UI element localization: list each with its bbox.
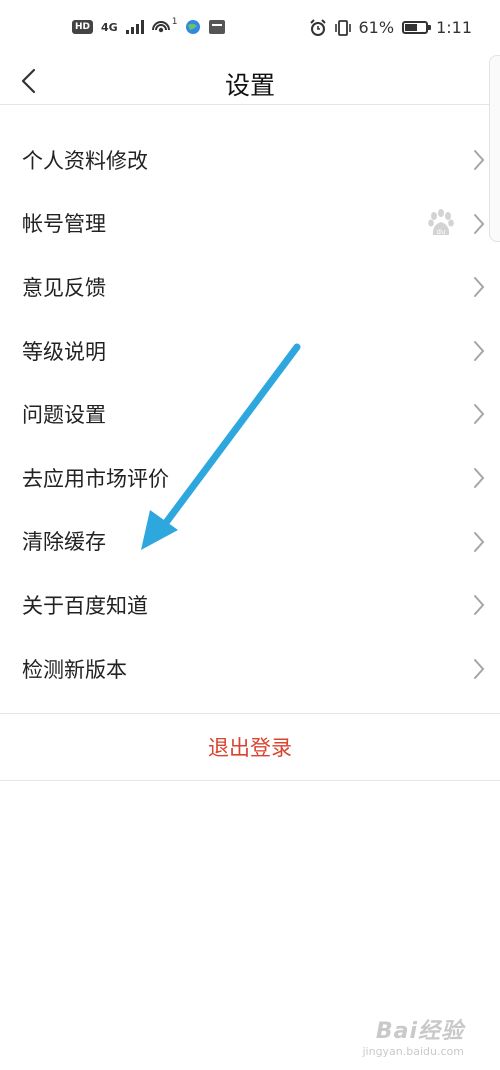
app-header: 设置 xyxy=(0,58,500,105)
menu-item-account[interactable]: 帐号管理 du xyxy=(0,192,500,256)
menu-item-label: 去应用市场评价 xyxy=(22,466,169,491)
menu-item-question-settings[interactable]: 问题设置 xyxy=(0,382,500,446)
menu-item-label: 个人资料修改 xyxy=(22,148,148,173)
menu-item-label: 关于百度知道 xyxy=(22,593,148,618)
logout-button[interactable]: 退出登录 xyxy=(0,714,500,780)
chevron-right-icon xyxy=(474,404,485,425)
alarm-icon xyxy=(309,18,326,36)
chevron-right-icon xyxy=(474,531,485,552)
chevron-right-icon xyxy=(474,595,485,616)
clock: 1:11 xyxy=(436,18,472,37)
chevron-right-icon xyxy=(474,213,485,234)
menu-item-clear-cache[interactable]: 清除缓存 xyxy=(0,510,500,574)
watermark: Bai经验 jingyan.baidu.com xyxy=(362,1013,464,1058)
divider xyxy=(0,780,500,781)
menu-item-profile-edit[interactable]: 个人资料修改 xyxy=(0,128,500,192)
menu-item-check-update[interactable]: 检测新版本 xyxy=(0,637,500,701)
menu-item-label: 清除缓存 xyxy=(22,530,106,555)
svg-text:du: du xyxy=(437,228,446,236)
baidu-paw-icon: du xyxy=(428,208,454,236)
menu-item-label: 检测新版本 xyxy=(22,657,127,682)
battery-icon xyxy=(402,21,432,34)
menu-item-about[interactable]: 关于百度知道 xyxy=(0,573,500,637)
menu-item-level-info[interactable]: 等级说明 xyxy=(0,319,500,383)
battery-fill xyxy=(405,24,418,31)
status-left: HD 4G 1 xyxy=(72,17,226,36)
vibrate-icon xyxy=(334,19,351,36)
menu-item-label: 意见反馈 xyxy=(22,275,106,300)
signal-icon xyxy=(125,20,144,34)
chevron-right-icon xyxy=(474,658,485,679)
network-type: 4G xyxy=(101,20,118,34)
menu-item-label: 问题设置 xyxy=(22,403,106,428)
chevron-right-icon xyxy=(474,277,485,298)
hotspot-icon xyxy=(151,21,170,33)
chevron-right-icon xyxy=(474,340,485,361)
status-bar: HD 4G 1 61% 1:11 xyxy=(0,0,500,58)
app-notification-icon xyxy=(209,20,226,34)
page-title: 设置 xyxy=(224,71,275,100)
menu-item-rate-app[interactable]: 去应用市场评价 xyxy=(0,446,500,510)
globe-icon xyxy=(186,20,201,34)
menu-item-feedback[interactable]: 意见反馈 xyxy=(0,255,500,319)
hotspot-count: 1 xyxy=(171,17,178,27)
logout-label: 退出登录 xyxy=(208,736,292,760)
status-right: 61% 1:11 xyxy=(309,18,472,37)
menu-item-label: 帐号管理 xyxy=(22,212,106,237)
battery-percent: 61% xyxy=(358,18,395,37)
menu-item-label: 等级说明 xyxy=(22,339,106,364)
settings-menu: 个人资料修改 帐号管理 du 意见反馈 等级说明 问题设置 去应用市场评价 清除… xyxy=(0,128,500,700)
hd-badge: HD xyxy=(72,20,94,34)
watermark-url: jingyan.baidu.com xyxy=(362,1045,464,1058)
chevron-right-icon xyxy=(474,467,485,488)
watermark-logo: Bai经验 xyxy=(375,1019,464,1044)
chevron-right-icon xyxy=(474,150,485,170)
